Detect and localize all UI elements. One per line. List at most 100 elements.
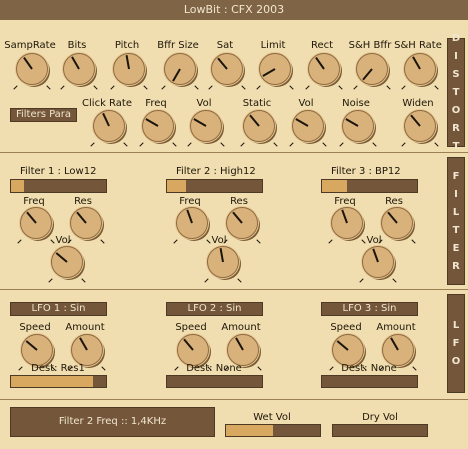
filters-para-button[interactable]: Filters Para [10,108,77,122]
distort-knob-6[interactable] [308,53,340,85]
wet-vol-fill [226,425,273,436]
knob-pointer [55,252,68,263]
section-divider [0,399,468,400]
filter-title: Filter 3 : BP12 [331,166,401,177]
wet-vol-label: Wet Vol [253,412,291,423]
filter-vol-knob[interactable] [51,246,83,278]
knob-legs [17,238,55,242]
tab-lfo[interactable]: LFO [447,294,465,393]
knob-pointer [79,337,88,351]
filter-freq-knob[interactable] [331,207,363,239]
knob-pointer [232,211,243,224]
lfo-amount-knob[interactable] [382,334,414,366]
distort-knob-3[interactable] [164,53,196,85]
lfo-dest-slider[interactable] [321,375,418,388]
distort-knob-row2-1[interactable] [142,110,174,142]
tab-letter: D [451,33,461,44]
distort-knob-row2-6[interactable] [404,110,436,142]
distort-knob-label: Noise [342,98,370,109]
distort-knob-2[interactable] [113,53,145,85]
distort-knob-4[interactable] [211,53,243,85]
distort-knob-label: Bffr Size [157,40,199,51]
filter-type-slider[interactable] [10,179,107,193]
lfo-amount-knob[interactable] [71,334,103,366]
knob-legs [353,84,391,88]
filter-res-label: Res [230,196,248,207]
dry-vol-slider[interactable] [332,424,428,437]
filter-type-slider[interactable] [166,179,263,193]
knob-legs [90,141,128,145]
filter-res-knob[interactable] [381,207,413,239]
distort-knob-5[interactable] [259,53,291,85]
tab-letter: T [452,87,460,98]
lfo-dest-slider[interactable] [10,375,107,388]
knob-pointer [26,211,37,224]
filter-freq-knob[interactable] [176,207,208,239]
knob-legs [339,141,377,145]
tab-distort[interactable]: DISTORT [447,33,465,152]
distort-knob-row2-4[interactable] [292,110,324,142]
filter-res-knob[interactable] [70,207,102,239]
tab-letter: O [451,356,461,367]
distort-knob-row2-5[interactable] [342,110,374,142]
distort-knob-row2-3[interactable] [243,110,275,142]
wet-vol-slider[interactable] [225,424,321,437]
lfo-speed-knob[interactable] [177,334,209,366]
filter-freq-knob[interactable] [20,207,52,239]
knob-pointer [25,340,38,351]
knob-legs [240,141,278,145]
tab-filter[interactable]: FILTER [447,157,465,285]
tab-letter: L [452,206,460,218]
knob-legs [187,141,225,145]
lfo-amount-knob[interactable] [227,334,259,366]
knob-legs [289,141,327,145]
distort-knob-7[interactable] [356,53,388,85]
knob-legs [223,238,261,242]
lfo-waveform-select[interactable]: LFO 2 : Sin [166,302,263,316]
section-divider [0,289,468,290]
distort-knob-label: SampRate [4,40,56,51]
knob-pointer [145,118,159,127]
knob-pointer [172,68,181,82]
lfo-waveform-select[interactable]: LFO 1 : Sin [10,302,107,316]
filter-type-fill [167,180,186,192]
lfo-speed-label: Speed [175,322,207,333]
lfo-waveform-select[interactable]: LFO 3 : Sin [321,302,418,316]
knob-pointer [186,209,193,224]
knob-pointer [387,211,398,224]
knob-pointer [217,57,228,70]
filter-res-label: Res [385,196,403,207]
lfo-amount-label: Amount [65,322,105,333]
tab-letter: I [454,188,458,200]
distort-knob-label: Sat [216,40,234,51]
knob-pointer [23,56,33,70]
distort-knob-row2-0[interactable] [93,110,125,142]
distort-knob-0[interactable] [16,53,48,85]
knob-pointer [183,338,194,351]
tab-letter: T [452,141,460,152]
knob-pointer [125,55,130,70]
distort-knob-label: Freq [145,98,167,109]
distort-knob-label: Static [242,98,272,109]
lfo-dest-label: Dest: Res1 [31,363,85,374]
knob-pointer [410,114,421,127]
lfo-speed-knob[interactable] [332,334,364,366]
distort-knob-label: S&H Rate [394,40,442,51]
lfo-dest-slider[interactable] [166,375,263,388]
lfo-speed-knob[interactable] [21,334,53,366]
knob-legs [378,238,416,242]
tab-letter: E [452,242,460,254]
distort-knob-8[interactable] [404,53,436,85]
filter-vol-knob[interactable] [207,246,239,278]
filter-res-knob[interactable] [226,207,258,239]
filter-freq-label: Freq [23,196,45,207]
filter-type-slider[interactable] [321,179,418,193]
status-display: Filter 2 Freq :: 1,4KHz [10,407,215,437]
distort-knob-1[interactable] [63,53,95,85]
filter-vol-knob[interactable] [362,246,394,278]
knob-pointer [249,114,260,127]
knob-pointer [193,118,207,127]
distort-knob-row2-2[interactable] [190,110,222,142]
filter-freq-label: Freq [334,196,356,207]
knob-legs [48,277,86,281]
